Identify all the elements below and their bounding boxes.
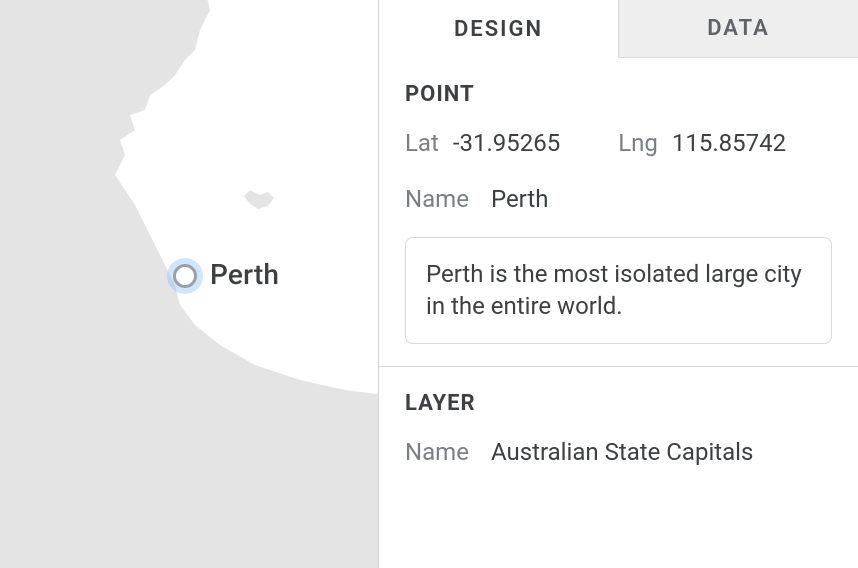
layer-name-value: Australian State Capitals (491, 438, 753, 466)
point-section: POINT Lat -31.95265 Lng 115.85742 Name P… (379, 58, 858, 366)
app-root: Perth DESIGN DATA POINT Lat -31.95265 Ln… (0, 0, 858, 568)
map-point-marker[interactable] (173, 264, 197, 288)
point-name-value: Perth (491, 185, 549, 213)
lng-value: 115.85742 (672, 129, 786, 157)
side-panel: DESIGN DATA POINT Lat -31.95265 Lng 115.… (378, 0, 858, 568)
layer-name-row: Name Australian State Capitals (405, 438, 832, 466)
point-name-label: Name (405, 185, 469, 213)
point-section-title: POINT (405, 82, 832, 107)
map-point-label: Perth (210, 258, 279, 291)
tab-bar: DESIGN DATA (379, 0, 858, 58)
tab-design[interactable]: DESIGN (379, 0, 618, 58)
point-name-row: Name Perth (405, 185, 832, 213)
layer-section: LAYER Name Australian State Capitals (379, 367, 858, 512)
lat-group: Lat -31.95265 (405, 129, 560, 157)
map-pane[interactable]: Perth (0, 0, 378, 568)
lng-group: Lng 115.85742 (618, 129, 786, 157)
layer-name-label: Name (405, 438, 469, 466)
point-latlng-row: Lat -31.95265 Lng 115.85742 (405, 129, 832, 157)
point-description-box[interactable]: Perth is the most isolated large city in… (405, 237, 832, 344)
lat-label: Lat (405, 129, 439, 157)
layer-section-title: LAYER (405, 391, 832, 416)
lng-label: Lng (618, 129, 658, 157)
tab-data[interactable]: DATA (618, 0, 858, 58)
lat-value: -31.95265 (453, 129, 560, 157)
